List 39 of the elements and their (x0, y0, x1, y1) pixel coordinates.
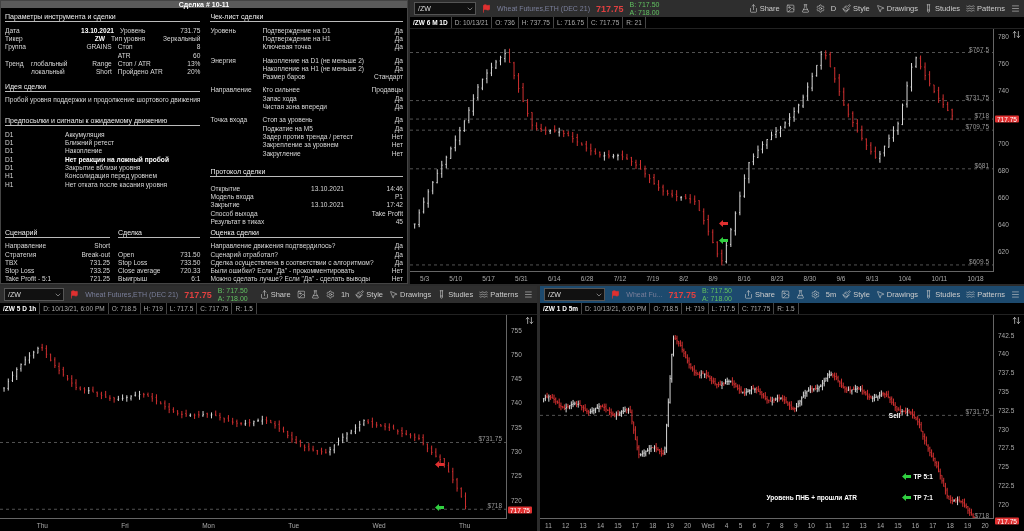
wave-icon[interactable] (966, 290, 976, 299)
arrow-marker-icon (902, 493, 912, 501)
settings-icon[interactable] (810, 290, 820, 299)
flask-icon[interactable] (800, 4, 810, 13)
menu-icon[interactable] (1011, 290, 1020, 299)
flag-icon[interactable] (70, 290, 80, 299)
pointer-icon[interactable] (875, 290, 885, 299)
last-price: 717.75 (668, 289, 697, 300)
arrow-marker-icon (435, 503, 445, 511)
share-icon[interactable] (748, 4, 758, 13)
pointer-icon[interactable] (389, 290, 398, 299)
arrow-marker-icon (902, 473, 912, 481)
snapshot-icon[interactable] (781, 290, 790, 299)
brush-icon[interactable] (842, 4, 852, 13)
settings-icon[interactable] (326, 290, 335, 299)
brush-icon[interactable] (355, 290, 365, 299)
arrow-marker-icon (719, 237, 728, 245)
last-price: 717.75 (595, 3, 624, 14)
axis-zoom-icon[interactable] (1012, 30, 1021, 39)
wave-icon[interactable] (479, 290, 489, 299)
share-icon[interactable] (259, 290, 269, 299)
wave-icon[interactable] (966, 4, 976, 13)
brush-icon[interactable] (842, 290, 852, 299)
share-icon[interactable] (744, 290, 753, 299)
settings-icon[interactable] (815, 4, 825, 13)
menu-icon[interactable] (1011, 4, 1020, 13)
flask-icon[interactable] (311, 290, 321, 299)
arrow-marker-icon (719, 220, 728, 228)
flag-icon[interactable] (482, 4, 491, 13)
snapshot-icon[interactable] (785, 4, 795, 13)
pointer-icon[interactable] (875, 4, 885, 13)
axis-zoom-icon[interactable] (1012, 316, 1021, 325)
arrow-marker-icon (435, 461, 445, 469)
axis-zoom-icon[interactable] (525, 316, 534, 325)
snapshot-icon[interactable] (296, 290, 306, 299)
flask-icon[interactable] (795, 290, 805, 299)
flag-icon[interactable] (611, 290, 621, 299)
menu-icon[interactable] (524, 290, 533, 299)
last-price: 717.75 (184, 289, 212, 300)
